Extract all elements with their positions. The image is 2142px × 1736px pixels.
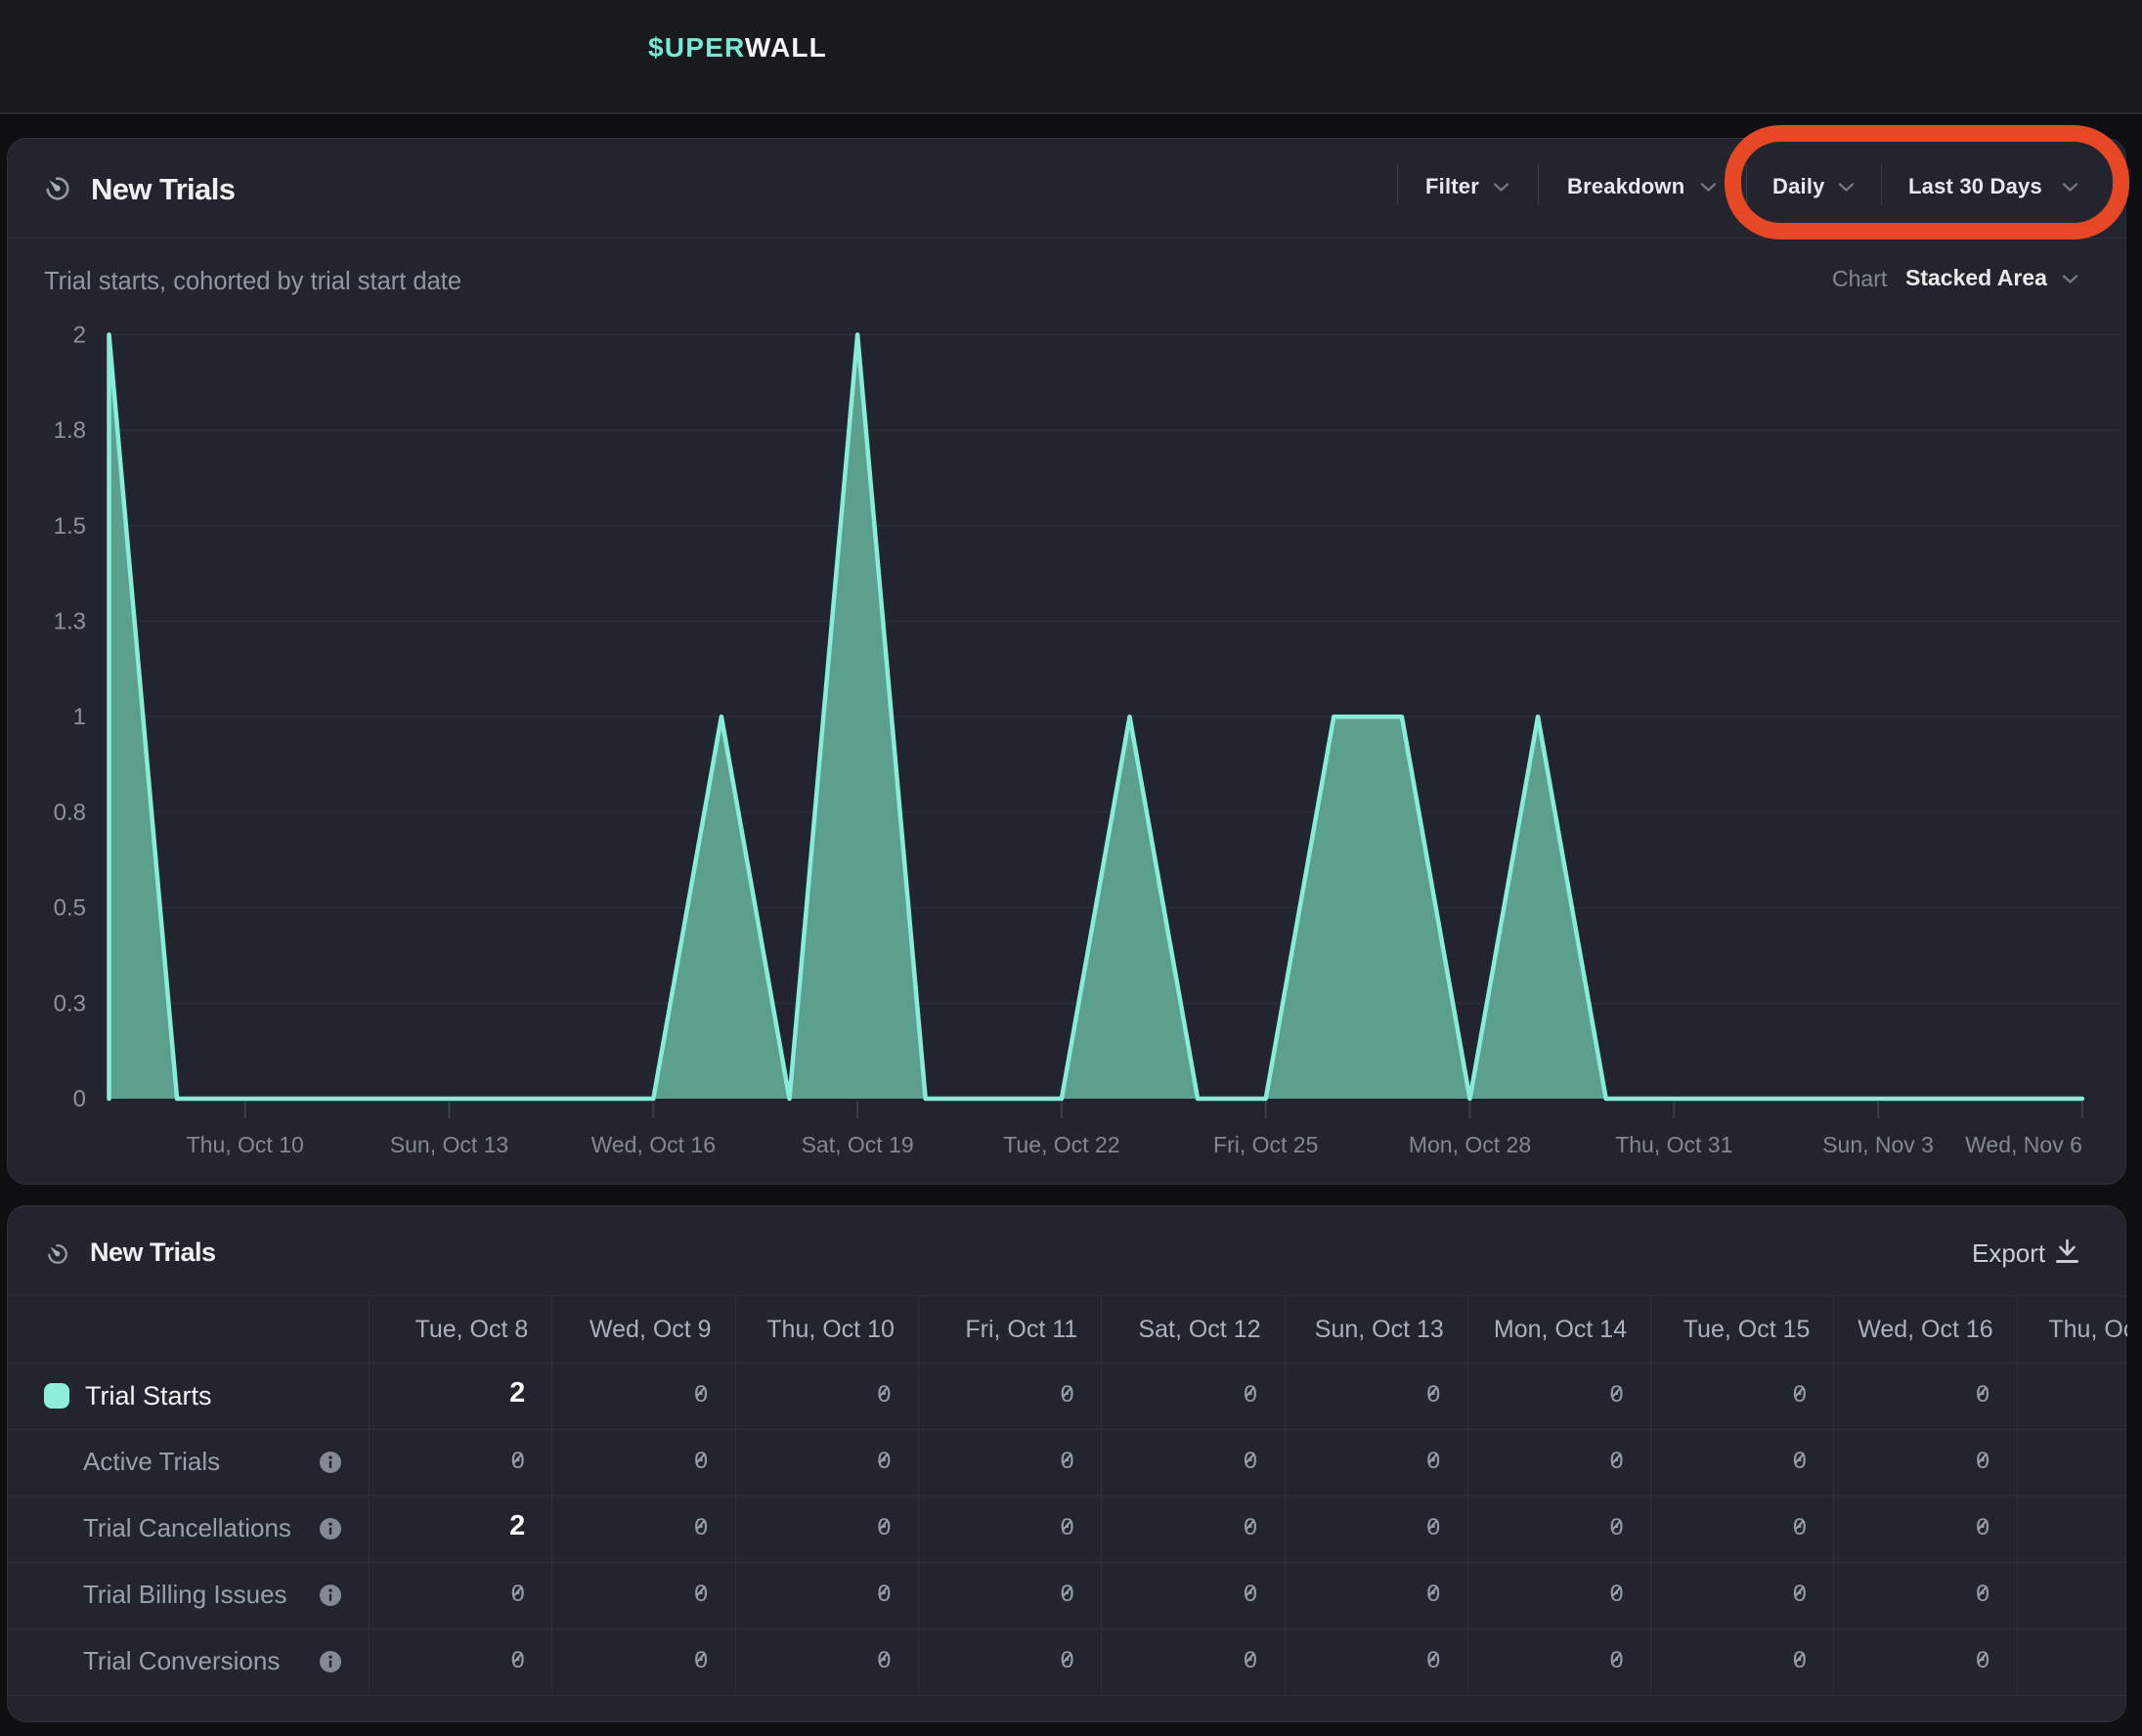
svg-text:2: 2	[73, 322, 86, 348]
svg-text:Fri, Oct 25: Fri, Oct 25	[1213, 1132, 1318, 1157]
svg-text:Wed, Nov 6: Wed, Nov 6	[1965, 1132, 2082, 1157]
svg-text:1.8: 1.8	[54, 417, 86, 444]
svg-text:Sun, Oct 13: Sun, Oct 13	[390, 1132, 508, 1157]
svg-text:0.3: 0.3	[54, 990, 86, 1017]
svg-text:0.8: 0.8	[54, 800, 86, 826]
svg-text:1.3: 1.3	[54, 609, 86, 635]
svg-text:0: 0	[73, 1086, 86, 1112]
svg-text:0.5: 0.5	[54, 895, 86, 922]
svg-text:1: 1	[73, 704, 86, 730]
svg-text:Mon, Oct 28: Mon, Oct 28	[1409, 1132, 1531, 1157]
svg-text:Tue, Oct 22: Tue, Oct 22	[1003, 1132, 1119, 1157]
svg-text:1.5: 1.5	[54, 513, 86, 540]
svg-text:Sun, Nov 3: Sun, Nov 3	[1822, 1132, 1934, 1157]
svg-text:Thu, Oct 10: Thu, Oct 10	[187, 1132, 304, 1157]
svg-text:Wed, Oct 16: Wed, Oct 16	[591, 1132, 716, 1157]
svg-text:Thu, Oct 31: Thu, Oct 31	[1615, 1132, 1732, 1157]
svg-text:Sat, Oct 19: Sat, Oct 19	[802, 1132, 914, 1157]
